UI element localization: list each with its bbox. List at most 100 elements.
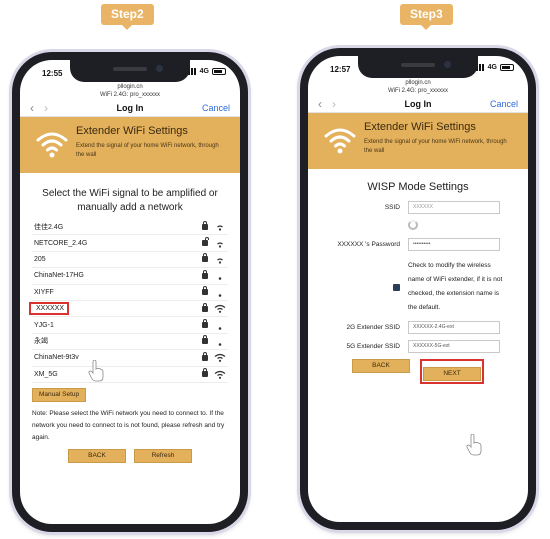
banner-description: Extend the signal of your home WiFi netw… [76, 143, 219, 158]
network-name: XM_5G [34, 370, 58, 378]
ssid-2g-input[interactable]: XXXXXX-2.4G-ext [408, 321, 500, 334]
network-row[interactable]: XM_5G [32, 367, 228, 383]
network-row[interactable]: YJG-1 [32, 317, 228, 334]
back-button[interactable]: BACK [68, 448, 126, 463]
screen-left: 12:55 4G pllogin.cn WiFi 2.4G: pro_xxxxx… [20, 60, 240, 524]
next-button[interactable]: NEXT [423, 367, 481, 381]
wifi-signal-icon [214, 305, 226, 314]
phone-right: 12:57 4G pllogin.cn WiFi 2.4G: pro_xxxxx… [300, 48, 536, 530]
pointing-hand-icon [88, 360, 104, 382]
back-button[interactable]: BACK [352, 359, 410, 373]
wifi-signal-icon [217, 258, 223, 264]
wifi-icon [36, 132, 68, 158]
wifi-signal-icon [218, 293, 222, 297]
select-heading: Select the WiFi signal to be amplified o… [42, 188, 218, 213]
unlock-icon [202, 237, 209, 247]
password-label: XXXXXX 's Password [337, 240, 400, 248]
url-page: WiFi 2.4G: pro_xxxxxx [387, 88, 448, 94]
pointing-hand-icon [466, 434, 482, 456]
cancel-link[interactable]: Cancel [202, 99, 230, 117]
forward-arrow-icon[interactable]: › [44, 99, 48, 117]
tutorial-stage: Step2 Step3 12:55 4G pllogin.cn WiFi 2.4… [0, 0, 550, 539]
network-name: 205 [34, 255, 46, 263]
ssid-5g-input[interactable]: XXXXXX-5G-ext [408, 340, 500, 353]
extender-banner: Extender WiFi Settings Extend the signal… [20, 117, 240, 173]
lock-icon [202, 286, 208, 296]
select-note: Note: Please select the WiFi network you… [32, 409, 225, 441]
wifi-icon [324, 128, 356, 154]
select-content: Select the WiFi signal to be amplified o… [20, 187, 240, 463]
banner-title: Extender WiFi Settings [76, 125, 188, 137]
battery-icon [212, 68, 226, 75]
notch [70, 60, 190, 82]
lock-icon [202, 302, 208, 312]
refresh-button[interactable]: Refresh [134, 448, 192, 463]
network-row[interactable]: 永竭 [32, 334, 228, 351]
network-row[interactable]: XXXXXX [29, 301, 228, 318]
ssid-5g-label: 5G Extender SSID [346, 343, 400, 350]
network-name: YJG-1 [34, 321, 54, 329]
network-name: 佳佳2.4G [34, 223, 64, 231]
network-row[interactable]: ChinaNet-17HG [32, 268, 228, 285]
checkbox-description: Check to modify the wireless name of WiF… [408, 262, 503, 311]
lock-icon [202, 368, 208, 378]
wifi-signal-icon [214, 354, 226, 363]
nav-bar: ‹ › Log In Cancel [20, 99, 240, 117]
extender-banner: Extender WiFi Settings Extend the signal… [308, 113, 528, 169]
network-name: XIYFF [34, 288, 54, 296]
wifi-signal-icon [214, 370, 226, 379]
forward-arrow-icon[interactable]: › [332, 95, 336, 113]
lock-icon [202, 269, 208, 279]
lock-icon [202, 351, 208, 361]
lock-icon [202, 220, 208, 230]
url-host: pllogin.cn [117, 84, 143, 90]
network-name: NETCORE_2.4G [34, 239, 88, 247]
network-row[interactable]: 205 [32, 252, 228, 269]
wisp-title: WISP Mode Settings [367, 181, 469, 193]
network-row[interactable]: NETCORE_2.4G [32, 235, 228, 252]
network-name: XXXXXX [36, 305, 65, 313]
network-type: 4G [199, 68, 209, 75]
wisp-content: WISP Mode Settings SSID XXXXXX XXXXXX 's… [308, 181, 528, 384]
network-name: ChinaNet-9t3v [34, 354, 79, 362]
status-time: 12:55 [42, 69, 63, 78]
network-row[interactable]: 佳佳2.4G [32, 219, 228, 236]
loading-spinner-icon [408, 220, 418, 230]
next-highlight: NEXT [420, 359, 484, 384]
wifi-signal-icon [217, 241, 223, 248]
network-name: ChinaNet-17HG [34, 272, 84, 280]
ssid-input[interactable]: XXXXXX [408, 201, 500, 214]
network-name: 永竭 [34, 338, 48, 346]
nav-title: Log In [404, 99, 432, 109]
network-row[interactable]: XIYFF [32, 285, 228, 301]
battery-icon [500, 64, 514, 71]
nav-title: Log In [116, 103, 144, 113]
banner-description: Extend the signal of your home WiFi netw… [364, 139, 507, 154]
wifi-signal-icon [217, 225, 223, 231]
ssid-2g-label: 2G Extender SSID [346, 324, 400, 331]
back-arrow-icon[interactable]: ‹ [318, 95, 322, 113]
network-type: 4G [487, 64, 497, 71]
lock-icon [202, 335, 208, 345]
url-page: WiFi 2.4G: pro_xxxxxx [99, 92, 160, 98]
network-row[interactable]: ChinaNet-9t3v [32, 350, 228, 367]
status-time: 12:57 [330, 65, 351, 74]
ssid-label: SSID [384, 204, 400, 211]
cancel-link[interactable]: Cancel [490, 95, 518, 113]
back-arrow-icon[interactable]: ‹ [30, 99, 34, 117]
manual-setup-button[interactable]: Manual Setup [32, 387, 87, 402]
password-input[interactable]: •••••••••• [408, 238, 500, 251]
notch [358, 56, 478, 78]
url-host: pllogin.cn [405, 80, 431, 86]
nav-bar: ‹ › Log In Cancel [308, 95, 528, 113]
modify-name-checkbox[interactable] [393, 283, 400, 291]
url-bar[interactable]: pllogin.cn WiFi 2.4G: pro_xxxxxx [308, 78, 528, 95]
step2-label: Step2 [101, 4, 154, 30]
lock-icon [202, 319, 208, 329]
banner-title: Extender WiFi Settings [364, 121, 476, 133]
wifi-signal-icon [218, 277, 222, 281]
url-bar[interactable]: pllogin.cn WiFi 2.4G: pro_xxxxxx [20, 82, 240, 99]
network-list: 佳佳2.4G NETCORE_2.4G 205 ChinaNet-17HG XIYFF X… [29, 219, 228, 383]
lock-icon [202, 253, 208, 263]
wifi-signal-icon [218, 343, 222, 346]
